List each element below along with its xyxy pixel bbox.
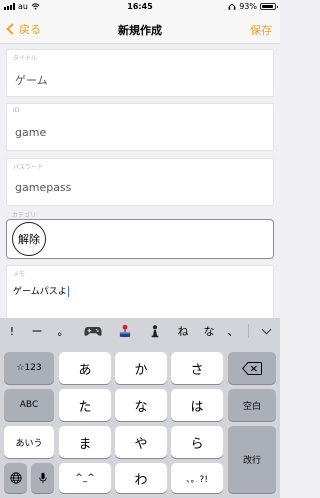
key-wa[interactable]: わ <box>115 463 167 493</box>
key-sa[interactable]: さ <box>171 352 223 384</box>
title-field[interactable]: タイトル ゲーム <box>6 49 274 97</box>
memo-field[interactable]: メモ ゲームパスよ <box>6 265 274 321</box>
key-dictation[interactable] <box>31 463 54 493</box>
key-na[interactable]: な <box>115 389 167 421</box>
key-ya[interactable]: や <box>115 426 167 458</box>
prediction-na[interactable]: な <box>196 318 222 344</box>
globe-icon <box>9 472 22 484</box>
status-bar: au 16:45 93% <box>0 0 280 14</box>
prediction-period[interactable]: 。 <box>50 318 76 344</box>
key-abc[interactable]: ABC <box>4 389 54 421</box>
mic-icon <box>38 472 47 484</box>
keyboard: ☆123 ABC あいう あ か さ た な は ま や ら ^_^ わ 、。?… <box>0 344 280 498</box>
password-field-label: パスワード <box>13 164 44 171</box>
title-field-label: タイトル <box>13 55 38 62</box>
id-field-value: game <box>15 126 47 139</box>
key-return[interactable]: 改行 <box>228 426 276 493</box>
key-punctuation[interactable]: 、。?! <box>171 463 223 493</box>
joystick-icon <box>119 324 131 337</box>
prediction-exclaim[interactable]: ! <box>0 318 24 344</box>
key-emoticon[interactable]: ^_^ <box>59 463 111 493</box>
navigation-bar: 戻る 新規作成 保存 <box>0 14 280 44</box>
memo-text: ゲームパスよ <box>13 287 67 297</box>
category-clear-button[interactable]: 解除 <box>12 222 46 256</box>
key-ma[interactable]: ま <box>59 426 111 458</box>
status-right: 93% <box>228 2 278 11</box>
memo-field-value: ゲームパスよ <box>13 284 69 297</box>
password-field[interactable]: パスワード gamepass <box>6 158 274 206</box>
key-backspace[interactable] <box>228 352 276 384</box>
category-field[interactable]: 解除 <box>6 219 274 259</box>
save-button[interactable]: 保存 <box>250 22 272 38</box>
key-kana[interactable]: あいう <box>4 426 54 458</box>
key-numbers[interactable]: ☆123 <box>4 352 54 384</box>
text-cursor <box>67 286 69 297</box>
category-field-label: カテゴリ <box>12 212 37 219</box>
battery-icon <box>260 3 278 10</box>
chess-pawn-icon <box>151 325 159 338</box>
backspace-icon <box>242 361 262 375</box>
prediction-ne[interactable]: ね <box>170 318 196 344</box>
id-field[interactable]: ID game <box>6 103 274 151</box>
game-controller-icon <box>84 326 102 336</box>
key-a[interactable]: あ <box>59 352 111 384</box>
prediction-controller-emoji[interactable] <box>76 318 110 344</box>
key-space[interactable]: 空白 <box>228 389 276 421</box>
page-title: 新規作成 <box>118 24 162 37</box>
prediction-comma[interactable]: 、 <box>222 318 244 344</box>
memo-field-label: メモ <box>13 271 26 278</box>
headphones-icon <box>228 3 236 10</box>
password-field-value: gamepass <box>15 181 72 194</box>
prediction-chess-pawn-emoji[interactable] <box>140 318 170 344</box>
key-ha[interactable]: は <box>171 389 223 421</box>
key-ta[interactable]: た <box>59 389 111 421</box>
title-field-value: ゲーム <box>15 74 48 87</box>
chevron-down-icon <box>261 324 271 334</box>
key-ka[interactable]: か <box>115 352 167 384</box>
prediction-joystick-emoji[interactable] <box>110 318 140 344</box>
prediction-chouon[interactable]: ー <box>24 318 50 344</box>
key-ra[interactable]: ら <box>171 426 223 458</box>
battery-percent: 93% <box>239 2 257 11</box>
divider <box>248 324 249 338</box>
key-globe[interactable] <box>4 463 27 493</box>
id-field-label: ID <box>13 107 20 114</box>
dismiss-predictions-button[interactable] <box>256 322 276 340</box>
predictive-bar: ! ー 。 ね な 、 <box>0 318 280 344</box>
